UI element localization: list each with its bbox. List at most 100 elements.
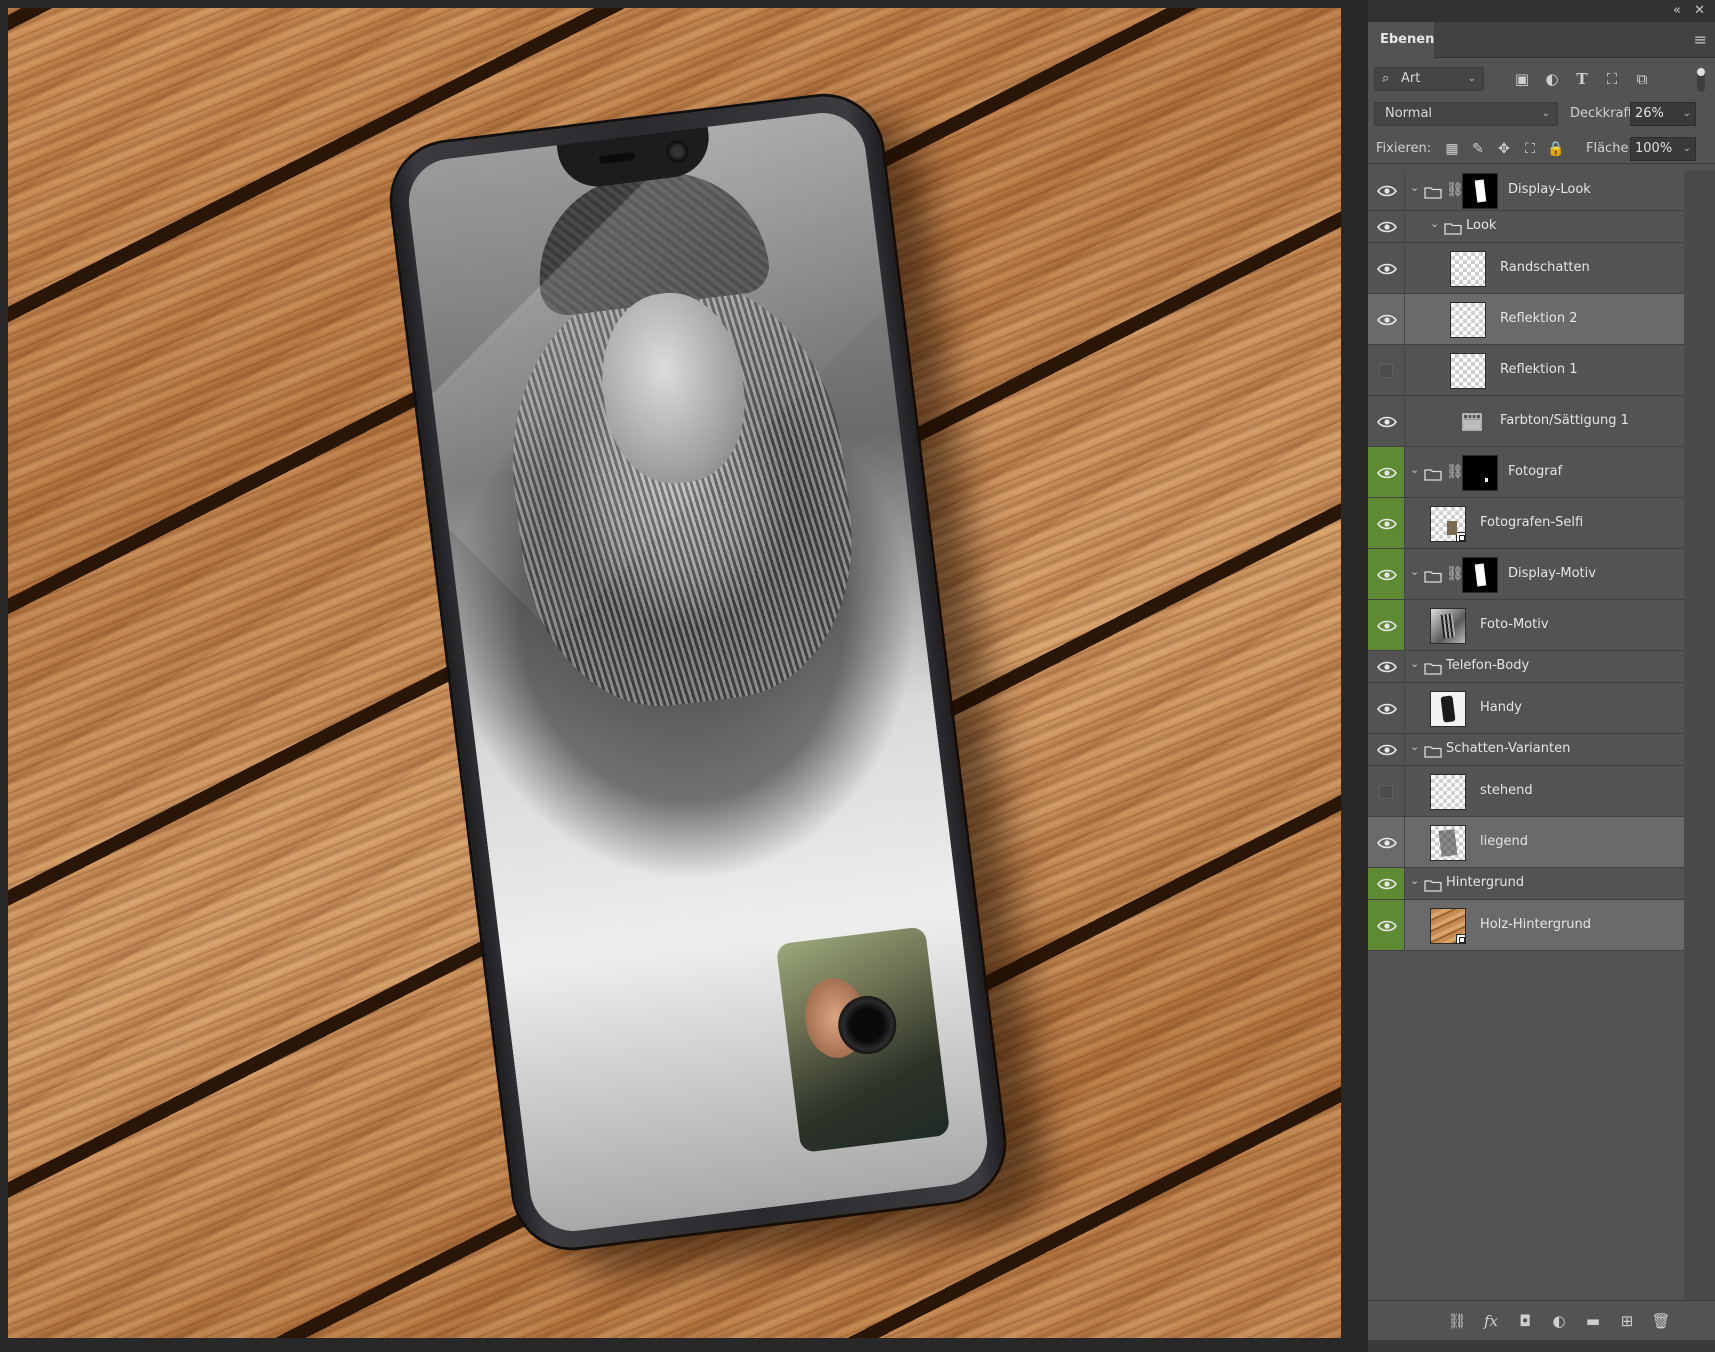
chevron-down-icon[interactable]: ⌄ — [1410, 657, 1419, 670]
link-layers-icon[interactable]: ⛓ — [1446, 1311, 1468, 1331]
lock-position-icon[interactable]: ✥ — [1494, 139, 1514, 159]
layer-thumbnail[interactable] — [1450, 301, 1486, 338]
visibility-column[interactable] — [1368, 345, 1405, 395]
layer-row[interactable]: stehend — [1368, 766, 1684, 817]
chevron-down-icon[interactable]: ⌄ — [1683, 103, 1691, 125]
layer-row[interactable]: liegend — [1368, 817, 1684, 868]
layer-thumbnail[interactable] — [1430, 773, 1466, 810]
layer-name[interactable]: Handy — [1480, 700, 1522, 715]
layer-name[interactable]: Holz-Hintergrund — [1480, 917, 1591, 932]
visibility-column[interactable] — [1368, 294, 1405, 344]
eye-icon[interactable] — [1377, 878, 1397, 890]
layer-name[interactable]: Hintergrund — [1446, 875, 1524, 890]
fx-icon[interactable]: fx — [1480, 1311, 1502, 1331]
layer-name[interactable]: liegend — [1480, 834, 1528, 849]
eye-icon[interactable] — [1377, 416, 1397, 428]
smartobject-filter-icon[interactable]: ⧉ — [1632, 69, 1652, 89]
lock-image-icon[interactable]: ✎ — [1468, 139, 1488, 159]
layer-group-row[interactable]: ⌄ ⛓ Display-Look — [1368, 170, 1684, 211]
layer-name[interactable]: Display-Look — [1508, 182, 1591, 197]
layer-mask-thumbnail[interactable] — [1462, 172, 1498, 209]
layer-row[interactable]: Reflektion 2 — [1368, 294, 1684, 345]
layer-name[interactable]: Reflektion 2 — [1500, 311, 1577, 326]
layer-row[interactable]: Farbton/Sättigung 1 — [1368, 396, 1684, 447]
layer-group-row[interactable]: ⌄ Telefon-Body — [1368, 651, 1684, 683]
layer-name[interactable]: Telefon-Body — [1446, 658, 1529, 673]
eye-icon[interactable] — [1377, 569, 1397, 581]
chevron-down-icon[interactable]: ⌄ — [1410, 874, 1419, 887]
new-group-icon[interactable]: ▬ — [1582, 1311, 1604, 1331]
eye-icon[interactable] — [1377, 620, 1397, 632]
layer-name[interactable]: Look — [1466, 218, 1496, 233]
layer-row[interactable]: Fotografen-Selfi — [1368, 498, 1684, 549]
chevron-down-icon[interactable]: ⌄ — [1410, 463, 1419, 476]
close-icon[interactable]: ✕ — [1694, 3, 1705, 19]
layer-group-row[interactable]: ⌄ ⛓ Fotograf — [1368, 447, 1684, 498]
visibility-column[interactable] — [1368, 600, 1405, 650]
chevron-down-icon[interactable]: ⌄ — [1683, 138, 1691, 160]
eye-icon[interactable] — [1377, 703, 1397, 715]
visibility-column[interactable] — [1368, 683, 1405, 733]
layer-row[interactable]: Randschatten — [1368, 243, 1684, 294]
hue-saturation-icon[interactable] — [1462, 412, 1482, 431]
layer-mask-thumbnail[interactable] — [1462, 454, 1498, 491]
document-canvas[interactable] — [8, 8, 1341, 1338]
panel-menu-icon[interactable]: ≡ — [1694, 30, 1707, 49]
visibility-column[interactable] — [1368, 498, 1405, 548]
image-filter-icon[interactable]: ▣ — [1512, 69, 1532, 89]
layer-name[interactable]: Reflektion 1 — [1500, 362, 1577, 377]
fill-field[interactable]: 100% ⌄ — [1630, 137, 1696, 161]
layer-thumbnail[interactable] — [1430, 907, 1466, 944]
layer-thumbnail[interactable] — [1430, 505, 1466, 542]
tab-ebenen[interactable]: Ebenen — [1368, 22, 1434, 58]
visibility-column[interactable] — [1368, 243, 1405, 293]
layer-name[interactable]: Fotograf — [1508, 464, 1562, 479]
layer-name[interactable]: Foto-Motiv — [1480, 617, 1549, 632]
add-mask-icon[interactable]: ◘ — [1514, 1311, 1536, 1331]
eye-icon[interactable] — [1377, 221, 1397, 233]
layer-name[interactable]: Fotografen-Selfi — [1480, 515, 1583, 530]
layer-thumbnail[interactable] — [1450, 250, 1486, 287]
layer-row[interactable]: Holz-Hintergrund — [1368, 900, 1684, 951]
chevron-down-icon[interactable]: ⌄ — [1410, 181, 1419, 194]
visibility-off-box[interactable] — [1379, 364, 1393, 378]
layer-group-row[interactable]: ⌄ Schatten-Varianten — [1368, 734, 1684, 766]
opacity-field[interactable]: 26% ⌄ — [1630, 102, 1696, 126]
layer-name[interactable]: Schatten-Varianten — [1446, 741, 1570, 756]
visibility-column[interactable] — [1368, 447, 1405, 497]
layer-thumbnail[interactable] — [1430, 824, 1466, 861]
eye-icon[interactable] — [1377, 467, 1397, 479]
visibility-column[interactable] — [1368, 868, 1405, 899]
double-chevron-icon[interactable]: « — [1673, 3, 1681, 19]
layers-scrollbar[interactable] — [1684, 170, 1715, 1300]
layer-thumbnail[interactable] — [1430, 690, 1466, 727]
eye-icon[interactable] — [1377, 661, 1397, 673]
visibility-column[interactable] — [1368, 549, 1405, 599]
shape-filter-icon[interactable]: ⛶ — [1602, 69, 1622, 89]
layers-empty-area[interactable] — [1368, 957, 1684, 1297]
blend-mode-select[interactable]: Normal ⌄ — [1374, 102, 1558, 126]
visibility-column[interactable] — [1368, 651, 1405, 682]
visibility-off-box[interactable] — [1379, 785, 1393, 799]
eye-icon[interactable] — [1377, 314, 1397, 326]
visibility-column[interactable] — [1368, 900, 1405, 950]
layer-row[interactable]: Reflektion 1 — [1368, 345, 1684, 396]
layer-group-row[interactable]: ⌄ ⛓ Display-Motiv — [1368, 549, 1684, 600]
lock-transparent-icon[interactable]: ▦ — [1442, 139, 1462, 159]
eye-icon[interactable] — [1377, 518, 1397, 530]
chevron-down-icon[interactable]: ⌄ — [1410, 565, 1419, 578]
visibility-column[interactable] — [1368, 396, 1405, 446]
visibility-column[interactable] — [1368, 211, 1405, 242]
layer-group-row[interactable]: ⌄ Look — [1368, 211, 1684, 243]
visibility-column[interactable] — [1368, 817, 1405, 867]
visibility-column[interactable] — [1368, 766, 1405, 816]
visibility-column[interactable] — [1368, 170, 1405, 210]
lock-artboard-icon[interactable]: ⛶ — [1520, 139, 1540, 159]
layer-row[interactable]: Handy — [1368, 683, 1684, 734]
eye-icon[interactable] — [1377, 185, 1397, 197]
layer-name[interactable]: Display-Motiv — [1508, 566, 1596, 581]
new-adjustment-icon[interactable]: ◐ — [1548, 1311, 1570, 1331]
layer-group-row[interactable]: ⌄ Hintergrund — [1368, 868, 1684, 900]
eye-icon[interactable] — [1377, 263, 1397, 275]
chevron-down-icon[interactable]: ⌄ — [1410, 740, 1419, 753]
